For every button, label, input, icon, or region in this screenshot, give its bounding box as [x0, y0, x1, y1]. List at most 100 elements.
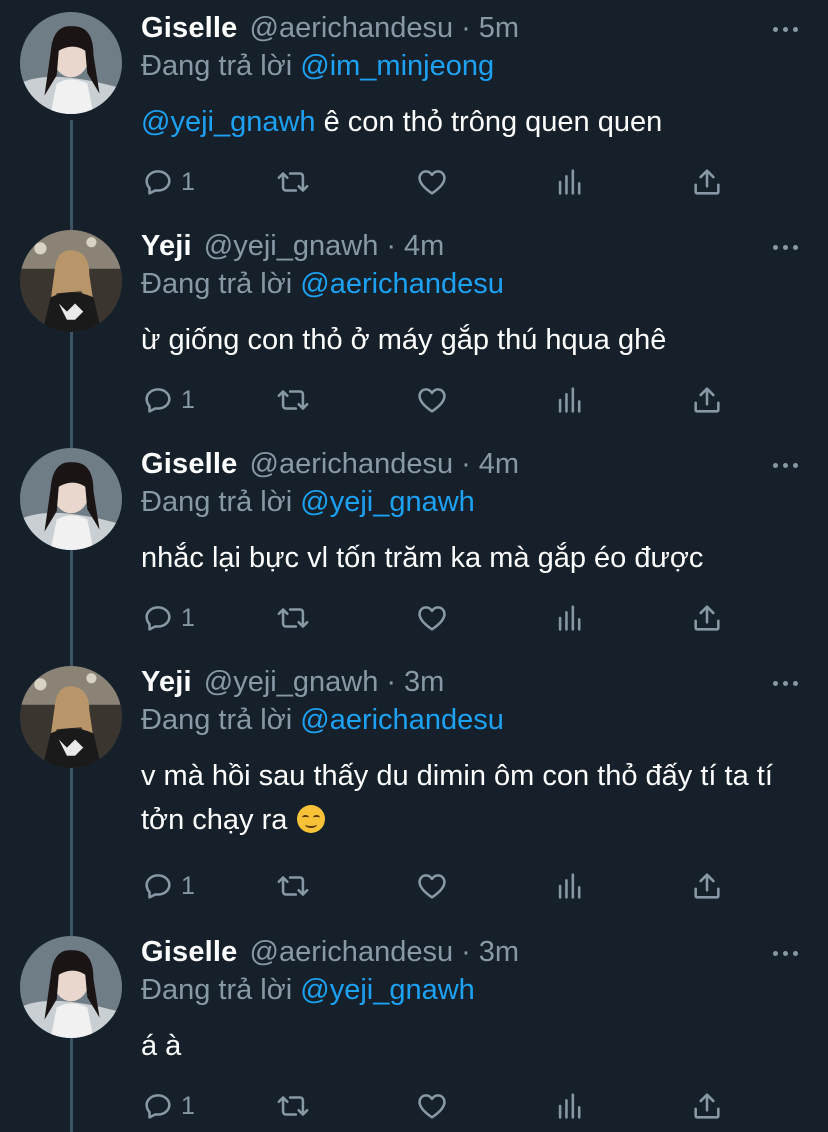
author-handle[interactable]: @aerichandesu: [250, 936, 454, 969]
more-icon[interactable]: [773, 463, 798, 468]
reply-prefix: Đang trả lời: [141, 50, 293, 82]
share-button[interactable]: [690, 380, 724, 420]
reply-button[interactable]: 1: [141, 866, 195, 906]
analytics-icon: [558, 605, 581, 631]
reply-prefix: Đang trả lời: [141, 268, 293, 300]
reply-context: Đang trả lời @yeji_gnawh: [141, 974, 475, 1007]
reply-icon: [145, 388, 171, 413]
tweet-text-body: v mà hồi sau thấy du dimin ôm con thỏ đấ…: [141, 760, 773, 836]
share-button[interactable]: [690, 1086, 724, 1126]
retweet-icon: [277, 608, 309, 628]
author-name[interactable]: Giselle: [141, 12, 238, 45]
reply-button[interactable]: 1: [141, 380, 195, 420]
more-icon[interactable]: [773, 951, 798, 956]
retweet-button[interactable]: [276, 866, 310, 906]
analytics-button[interactable]: [553, 162, 587, 202]
like-icon: [418, 1094, 446, 1119]
reply-to-mention[interactable]: @yeji_gnawh: [300, 974, 475, 1006]
reply-button[interactable]: 1: [141, 598, 195, 638]
reply-icon: [145, 606, 171, 631]
reply-prefix: Đang trả lời: [141, 704, 293, 736]
action-bar: 1: [141, 162, 741, 202]
tweet-text-body: ê con thỏ trông quen quen: [315, 106, 663, 138]
like-icon: [418, 606, 446, 631]
like-icon: [418, 170, 446, 195]
reply-context: Đang trả lời @aerichandesu: [141, 704, 504, 737]
author-handle[interactable]: @yeji_gnawh: [204, 666, 379, 699]
retweet-button[interactable]: [276, 598, 310, 638]
action-bar: 1: [141, 598, 741, 638]
author-name[interactable]: Giselle: [141, 448, 238, 481]
more-icon[interactable]: [773, 681, 798, 686]
reply-to-mention[interactable]: @aerichandesu: [300, 268, 504, 300]
author-name[interactable]: Yeji: [141, 666, 192, 699]
separator: ·: [461, 448, 471, 480]
like-button[interactable]: [415, 866, 449, 906]
share-icon: [694, 169, 720, 195]
reply-count: 1: [181, 1091, 195, 1120]
analytics-button[interactable]: [553, 380, 587, 420]
author-handle[interactable]: @yeji_gnawh: [204, 230, 379, 263]
avatar[interactable]: [20, 936, 122, 1038]
reply-icon: [145, 874, 171, 899]
author-handle[interactable]: @aerichandesu: [250, 448, 454, 481]
reply-prefix: Đang trả lời: [141, 486, 293, 518]
author-name[interactable]: Yeji: [141, 230, 192, 263]
timestamp[interactable]: 4m: [404, 230, 444, 263]
like-button[interactable]: [415, 162, 449, 202]
reply-context: Đang trả lời @yeji_gnawh: [141, 486, 475, 519]
analytics-icon: [558, 1093, 581, 1119]
retweet-button[interactable]: [276, 380, 310, 420]
share-button[interactable]: [690, 162, 724, 202]
share-button[interactable]: [690, 598, 724, 638]
more-icon[interactable]: [773, 27, 798, 32]
timestamp[interactable]: 4m: [479, 448, 519, 481]
reply-to-mention[interactable]: @yeji_gnawh: [300, 486, 475, 518]
reply-to-mention[interactable]: @im_minjeong: [300, 50, 494, 82]
like-button[interactable]: [415, 1086, 449, 1126]
retweet-icon: [277, 172, 309, 192]
share-button[interactable]: [690, 866, 724, 906]
analytics-icon: [558, 169, 581, 195]
retweet-icon: [277, 390, 309, 410]
author-name[interactable]: Giselle: [141, 936, 238, 969]
timestamp[interactable]: 5m: [479, 12, 519, 45]
mention-link[interactable]: @yeji_gnawh: [141, 106, 316, 138]
retweet-button[interactable]: [276, 1086, 310, 1126]
timestamp[interactable]: 3m: [479, 936, 519, 969]
reply-icon: [145, 1094, 171, 1119]
analytics-icon: [558, 873, 581, 899]
like-button[interactable]: [415, 380, 449, 420]
analytics-button[interactable]: [553, 598, 587, 638]
like-button[interactable]: [415, 598, 449, 638]
reply-button[interactable]: 1: [141, 1086, 195, 1126]
avatar[interactable]: [20, 230, 122, 332]
action-bar: 1: [141, 380, 741, 420]
avatar[interactable]: [20, 448, 122, 550]
retweet-icon: [277, 1096, 309, 1116]
tweet-text: ừ giống con thỏ ở máy gắp thú hqua ghê: [141, 324, 667, 356]
reply-prefix: Đang trả lời: [141, 974, 293, 1006]
analytics-icon: [558, 387, 581, 413]
reply-icon: [145, 170, 171, 195]
reply-button[interactable]: 1: [141, 162, 195, 202]
author-handle[interactable]: @aerichandesu: [250, 12, 454, 45]
retweet-icon: [277, 876, 309, 896]
action-bar: 1: [141, 866, 741, 906]
more-icon[interactable]: [773, 245, 798, 250]
separator: ·: [461, 12, 471, 44]
analytics-button[interactable]: [553, 1086, 587, 1126]
smiling-face-emoji: [297, 805, 326, 833]
analytics-button[interactable]: [553, 866, 587, 906]
separator: ·: [386, 666, 397, 698]
avatar[interactable]: [20, 666, 122, 768]
share-icon: [694, 873, 720, 899]
reply-to-mention[interactable]: @aerichandesu: [300, 704, 504, 736]
like-icon: [418, 388, 446, 413]
avatar[interactable]: [20, 12, 122, 114]
retweet-button[interactable]: [276, 162, 310, 202]
reply-count: 1: [181, 871, 195, 900]
timestamp[interactable]: 3m: [404, 666, 444, 699]
like-icon: [418, 874, 446, 899]
action-bar: 1: [141, 1086, 741, 1126]
